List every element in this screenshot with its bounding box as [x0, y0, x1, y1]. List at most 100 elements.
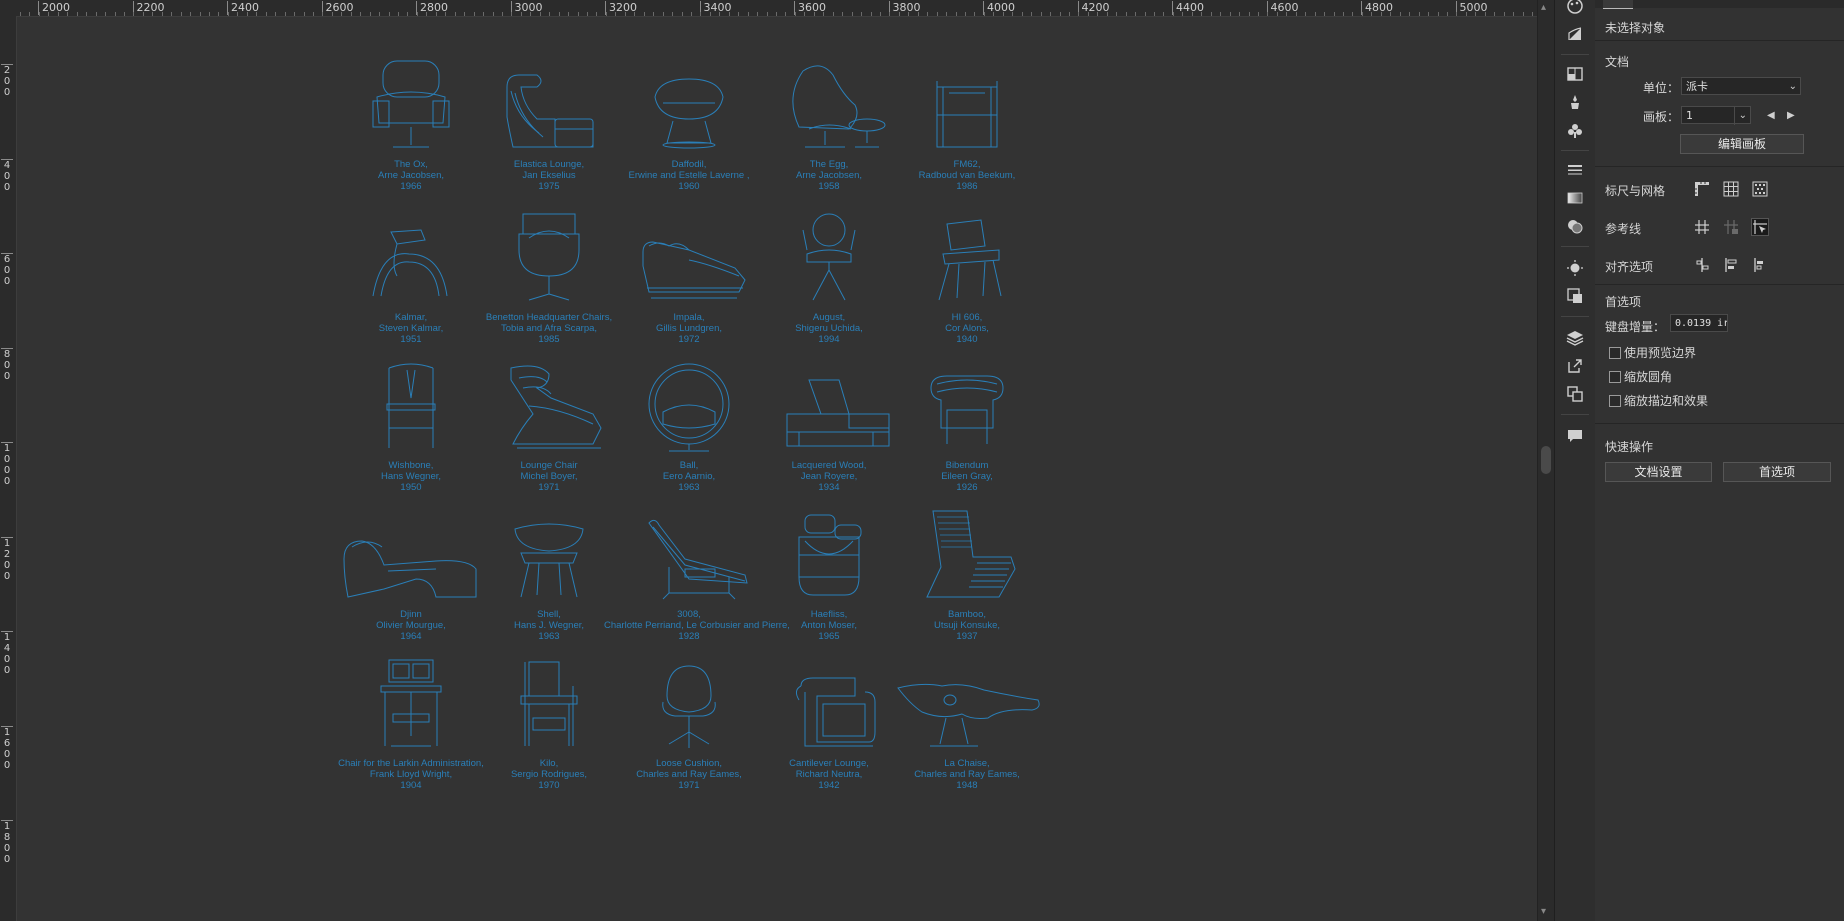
panel-icon-strip [1554, 0, 1596, 921]
brushes-icon[interactable] [1563, 90, 1587, 114]
scale-corners-checkbox[interactable] [1609, 371, 1621, 383]
cantilever-lounge-chair-icon [795, 677, 876, 747]
ruler-minor-tick [936, 12, 938, 16]
chair-item[interactable]: La Chaise, Charles and Ray Eames, 1948 [882, 656, 1052, 791]
scrollbar-thumb[interactable] [1541, 446, 1551, 474]
ruler-corner[interactable] [0, 0, 16, 16]
chevron-down-icon: ⌄ [1733, 107, 1747, 125]
transparency-icon[interactable] [1563, 214, 1587, 238]
ruler-tick-label: 4400 [1172, 1, 1204, 15]
ruler-minor-tick [123, 12, 125, 16]
use-preview-bounds-label: 使用预览边界 [1624, 346, 1697, 360]
show-guides-icon[interactable] [1693, 218, 1711, 236]
chair-item[interactable]: HI 606, Cor Alons, 1940 [882, 210, 1052, 345]
scroll-down-arrow-icon[interactable]: ▾ [1541, 906, 1546, 917]
next-artboard-icon[interactable]: ▶ [1787, 110, 1795, 121]
ruler-minor-tick [284, 12, 286, 16]
comments-icon[interactable] [1563, 424, 1587, 448]
chair-item[interactable]: Bibendum Eileen Gray, 1926 [882, 358, 1052, 493]
ruler-tick-label: 800 [1, 347, 13, 382]
previous-artboard-icon[interactable]: ◀ [1767, 110, 1775, 121]
gradient-swatch-icon[interactable] [1563, 22, 1587, 46]
ruler-minor-tick [492, 12, 494, 16]
ruler-minor-tick [605, 12, 607, 16]
ruler-icon[interactable] [1693, 180, 1711, 198]
properties-tab[interactable] [1603, 0, 1633, 9]
ruler-minor-tick [776, 12, 777, 16]
chair-caption: HI 606, Cor Alons, 1940 [882, 312, 1052, 345]
chair-item[interactable]: FM62, Radboud van Beekum, 1986 [882, 57, 1052, 192]
ruler-tick-label: 3000 [510, 1, 543, 15]
unit-label: 单位： [1643, 81, 1680, 95]
grid-icon[interactable] [1722, 180, 1740, 198]
edit-artboards-button[interactable]: 编辑画板 [1680, 134, 1804, 154]
symbols-club-icon[interactable] [1563, 118, 1587, 142]
lock-guides-icon[interactable] [1722, 218, 1740, 236]
ruler-minor-tick [946, 12, 948, 16]
toolstrip-separator [1561, 54, 1589, 55]
use-preview-bounds-checkbox[interactable] [1609, 347, 1621, 359]
rulers-grids-label: 标尺与网格 [1605, 184, 1666, 198]
ruler-minor-tick [1286, 12, 1288, 16]
toolstrip-separator [1561, 150, 1589, 151]
gradient-icon[interactable] [1563, 186, 1587, 210]
ruler-minor-tick [416, 12, 418, 16]
appearance-sun-icon[interactable] [1563, 256, 1587, 280]
ruler-minor-tick [350, 12, 352, 16]
elastica-lounge-chair-icon [506, 74, 594, 148]
artboards-icon[interactable] [1563, 382, 1587, 406]
align-anchor-icon[interactable] [1693, 256, 1711, 274]
ruler-minor-tick [1390, 12, 1392, 16]
align-to-key-icon[interactable] [1751, 256, 1769, 274]
ruler-minor-tick [955, 12, 957, 16]
preferences-button[interactable]: 首选项 [1723, 462, 1831, 482]
ruler-minor-tick [57, 12, 59, 16]
scale-corners-label: 缩放圆角 [1624, 370, 1673, 384]
ruler-minor-tick [520, 12, 522, 16]
chair-item[interactable]: Bamboo, Utsuji Konsuke, 1937 [882, 507, 1052, 642]
pixel-grid-icon[interactable] [1751, 180, 1769, 198]
keyboard-increment-input[interactable]: 0.0139 ir [1670, 314, 1728, 332]
toolstrip-separator [1561, 246, 1589, 247]
color-palette-icon[interactable] [1563, 0, 1587, 18]
ruler-minor-tick [246, 12, 248, 16]
artboard-canvas[interactable]: The Ox, Arne Jacobsen, 1966 Elastica Lounge… [17, 17, 1537, 921]
document-setup-button[interactable]: 文档设置 [1605, 462, 1712, 482]
ruler-minor-tick [1191, 12, 1193, 16]
ruler-minor-tick [1257, 12, 1259, 16]
ruler-minor-tick [568, 12, 570, 16]
ruler-minor-tick [1116, 12, 1118, 16]
ruler-minor-tick [1012, 12, 1014, 16]
horizontal-ruler[interactable]: 2000 2200 2400 2600 2800 3000 3200 3400 3600 3800… [0, 0, 1540, 17]
ruler-minor-tick [1059, 12, 1061, 16]
lc4-chair-icon [648, 519, 748, 600]
align-left-icon[interactable] [1722, 256, 1740, 274]
scale-strokes-effects-label: 缩放描边和效果 [1624, 394, 1709, 408]
scale-strokes-effects-checkbox[interactable] [1609, 395, 1621, 407]
ruler-minor-tick [180, 12, 182, 16]
artboard-select[interactable]: 1 ⌄ [1681, 106, 1751, 125]
ruler-minor-tick [1494, 12, 1496, 16]
ruler-tick-label: 600 [1, 253, 13, 287]
vertical-ruler[interactable]: 200 400 600 800 1000 1200 1400 1600 1800 [0, 16, 17, 921]
swatches-icon[interactable] [1563, 62, 1587, 86]
la-chaise-chair-icon [897, 683, 1040, 747]
scroll-up-arrow-icon[interactable]: ▴ [1541, 2, 1546, 13]
ruler-minor-tick [114, 12, 116, 16]
unit-select[interactable]: 派卡 ⌄ [1681, 77, 1801, 95]
ruler-minor-tick [331, 12, 333, 16]
smart-guides-icon[interactable] [1751, 218, 1769, 236]
ruler-minor-tick [927, 12, 929, 16]
document-heading: 文档 [1605, 55, 1630, 69]
ruler-minor-tick [483, 12, 485, 16]
graphic-styles-icon[interactable] [1563, 284, 1587, 308]
ruler-minor-tick [1465, 12, 1467, 16]
larkin-chair-icon [380, 659, 442, 747]
vertical-scrollbar[interactable]: ▴ ▾ [1537, 0, 1554, 921]
export-icon[interactable] [1563, 354, 1587, 378]
ruler-minor-tick [728, 12, 730, 16]
ruler-tick-label: 4200 [1077, 1, 1110, 15]
stroke-lines-icon[interactable] [1563, 158, 1587, 182]
ruler-minor-tick [38, 12, 40, 16]
layers-icon[interactable] [1563, 326, 1587, 350]
